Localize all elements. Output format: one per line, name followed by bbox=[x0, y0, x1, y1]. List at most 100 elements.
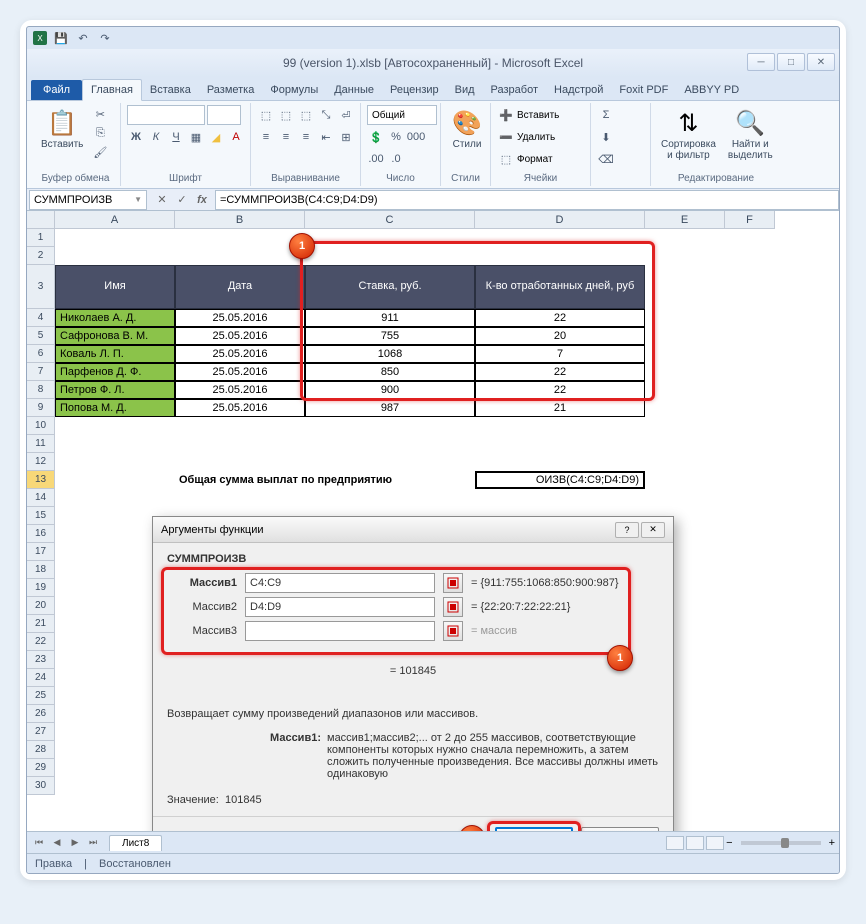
dialog-cancel-button[interactable]: Отмена bbox=[581, 827, 659, 831]
zoom-in-icon[interactable]: + bbox=[829, 837, 835, 849]
tab-data[interactable]: Данные bbox=[326, 80, 382, 100]
row-header-30[interactable]: 30 bbox=[27, 777, 55, 795]
file-tab[interactable]: Файл bbox=[31, 80, 82, 100]
col-header-E[interactable]: E bbox=[645, 211, 725, 229]
font-color-button[interactable]: A bbox=[227, 128, 245, 146]
clear-icon[interactable]: ⌫ bbox=[597, 150, 615, 168]
wrap-text-icon[interactable]: ⏎ bbox=[337, 106, 355, 124]
row-header-7[interactable]: 7 bbox=[27, 363, 55, 381]
cell[interactable]: 7 bbox=[475, 345, 645, 363]
row-header-10[interactable]: 10 bbox=[27, 417, 55, 435]
row-header-23[interactable]: 23 bbox=[27, 651, 55, 669]
italic-button[interactable]: К bbox=[147, 128, 165, 146]
row-header-17[interactable]: 17 bbox=[27, 543, 55, 561]
cell[interactable]: 987 bbox=[305, 399, 475, 417]
cell[interactable]: 755 bbox=[305, 327, 475, 345]
row-header-25[interactable]: 25 bbox=[27, 687, 55, 705]
sheet-tab[interactable]: Лист8 bbox=[109, 835, 162, 851]
bold-button[interactable]: Ж bbox=[127, 128, 145, 146]
merge-icon[interactable]: ⊞ bbox=[337, 128, 355, 146]
dialog-help-icon[interactable]: ? bbox=[615, 522, 639, 538]
tab-review[interactable]: Рецензир bbox=[382, 80, 447, 100]
view-layout-icon[interactable] bbox=[686, 836, 704, 850]
sheet-nav-last-icon[interactable]: ⏭ bbox=[85, 835, 101, 851]
maximize-button[interactable]: □ bbox=[777, 53, 805, 71]
dialog-close-icon[interactable]: ✕ bbox=[641, 522, 665, 538]
row-header-2[interactable]: 2 bbox=[27, 247, 55, 265]
format-painter-icon[interactable]: 🖌 bbox=[91, 143, 109, 161]
orientation-icon[interactable]: ⤡ bbox=[317, 106, 335, 124]
undo-icon[interactable]: ↶ bbox=[75, 30, 91, 46]
copy-icon[interactable]: ⎘ bbox=[91, 124, 109, 142]
cut-icon[interactable]: ✂ bbox=[91, 105, 109, 123]
currency-icon[interactable]: 💲 bbox=[367, 128, 385, 146]
align-left-icon[interactable]: ≡ bbox=[257, 128, 275, 146]
sheet-nav-prev-icon[interactable]: ◀ bbox=[49, 835, 65, 851]
cell[interactable]: 1068 bbox=[305, 345, 475, 363]
name-box[interactable]: СУММПРОИЗВ▼ bbox=[29, 190, 147, 210]
cancel-formula-icon[interactable]: ✕ bbox=[153, 191, 171, 209]
cell[interactable]: Общая сумма выплат по предприятию bbox=[175, 471, 475, 489]
row-header-21[interactable]: 21 bbox=[27, 615, 55, 633]
fill-icon[interactable]: ⬇ bbox=[597, 128, 615, 146]
formula-input[interactable]: =СУММПРОИЗВ(C4:C9;D4:D9) bbox=[215, 190, 839, 210]
cell[interactable]: 25.05.2016 bbox=[175, 381, 305, 399]
dialog-ok-button[interactable]: ОК bbox=[495, 827, 573, 831]
zoom-out-icon[interactable]: − bbox=[726, 837, 732, 849]
row-header-28[interactable]: 28 bbox=[27, 741, 55, 759]
row-header-20[interactable]: 20 bbox=[27, 597, 55, 615]
cell[interactable]: 25.05.2016 bbox=[175, 327, 305, 345]
align-middle-icon[interactable]: ⬚ bbox=[277, 106, 295, 124]
tab-addins[interactable]: Надстрой bbox=[546, 80, 611, 100]
row-header-8[interactable]: 8 bbox=[27, 381, 55, 399]
cell[interactable]: Имя bbox=[55, 265, 175, 309]
tab-developer[interactable]: Разработ bbox=[483, 80, 546, 100]
dec-decimal-icon[interactable]: .0 bbox=[387, 150, 405, 168]
comma-icon[interactable]: 000 bbox=[407, 128, 425, 146]
save-icon[interactable]: 💾 bbox=[53, 30, 69, 46]
border-button[interactable]: ▦ bbox=[187, 128, 205, 146]
cell[interactable]: 25.05.2016 bbox=[175, 399, 305, 417]
align-bottom-icon[interactable]: ⬚ bbox=[297, 106, 315, 124]
row-header-22[interactable]: 22 bbox=[27, 633, 55, 651]
tab-home[interactable]: Главная bbox=[82, 79, 142, 101]
inc-decimal-icon[interactable]: .00 bbox=[367, 150, 385, 168]
worksheet[interactable]: ABCDEF 123456789101112131415161718192021… bbox=[27, 211, 839, 831]
col-header-F[interactable]: F bbox=[725, 211, 775, 229]
col-header-A[interactable]: A bbox=[55, 211, 175, 229]
row-header-1[interactable]: 1 bbox=[27, 229, 55, 247]
row-header-4[interactable]: 4 bbox=[27, 309, 55, 327]
row-header-27[interactable]: 27 bbox=[27, 723, 55, 741]
cell[interactable]: 22 bbox=[475, 381, 645, 399]
view-normal-icon[interactable] bbox=[666, 836, 684, 850]
row-header-18[interactable]: 18 bbox=[27, 561, 55, 579]
fx-icon[interactable]: fx bbox=[193, 191, 211, 209]
col-header-D[interactable]: D bbox=[475, 211, 645, 229]
font-combo[interactable] bbox=[127, 105, 205, 125]
tab-foxit[interactable]: Foxit PDF bbox=[611, 80, 676, 100]
cell[interactable]: Коваль Л. П. bbox=[55, 345, 175, 363]
cell[interactable]: ОИЗВ(C4:C9;D4:D9) bbox=[475, 471, 645, 489]
indent-dec-icon[interactable]: ⇤ bbox=[317, 128, 335, 146]
col-header-B[interactable]: B bbox=[175, 211, 305, 229]
row-header-11[interactable]: 11 bbox=[27, 435, 55, 453]
arg3-ref-button[interactable] bbox=[443, 621, 463, 641]
row-header-19[interactable]: 19 bbox=[27, 579, 55, 597]
fill-color-button[interactable]: ◢ bbox=[207, 128, 225, 146]
sort-filter-button[interactable]: ⇅ Сортировка и фильтр bbox=[657, 105, 720, 163]
format-cell-icon[interactable]: ⬚ bbox=[497, 150, 515, 168]
cell[interactable]: 21 bbox=[475, 399, 645, 417]
styles-button[interactable]: 🎨 Стили bbox=[447, 105, 487, 152]
arg3-input[interactable] bbox=[245, 621, 435, 641]
align-right-icon[interactable]: ≡ bbox=[297, 128, 315, 146]
row-header-3[interactable]: 3 bbox=[27, 265, 55, 309]
cell[interactable]: К-во отработанных дней, руб bbox=[475, 265, 645, 309]
row-header-29[interactable]: 29 bbox=[27, 759, 55, 777]
cell[interactable]: 850 bbox=[305, 363, 475, 381]
tab-view[interactable]: Вид bbox=[447, 80, 483, 100]
col-header-C[interactable]: C bbox=[305, 211, 475, 229]
arg2-input[interactable]: D4:D9 bbox=[245, 597, 435, 617]
tab-layout[interactable]: Разметка bbox=[199, 80, 263, 100]
number-format-combo[interactable]: Общий bbox=[367, 105, 437, 125]
arg2-ref-button[interactable] bbox=[443, 597, 463, 617]
